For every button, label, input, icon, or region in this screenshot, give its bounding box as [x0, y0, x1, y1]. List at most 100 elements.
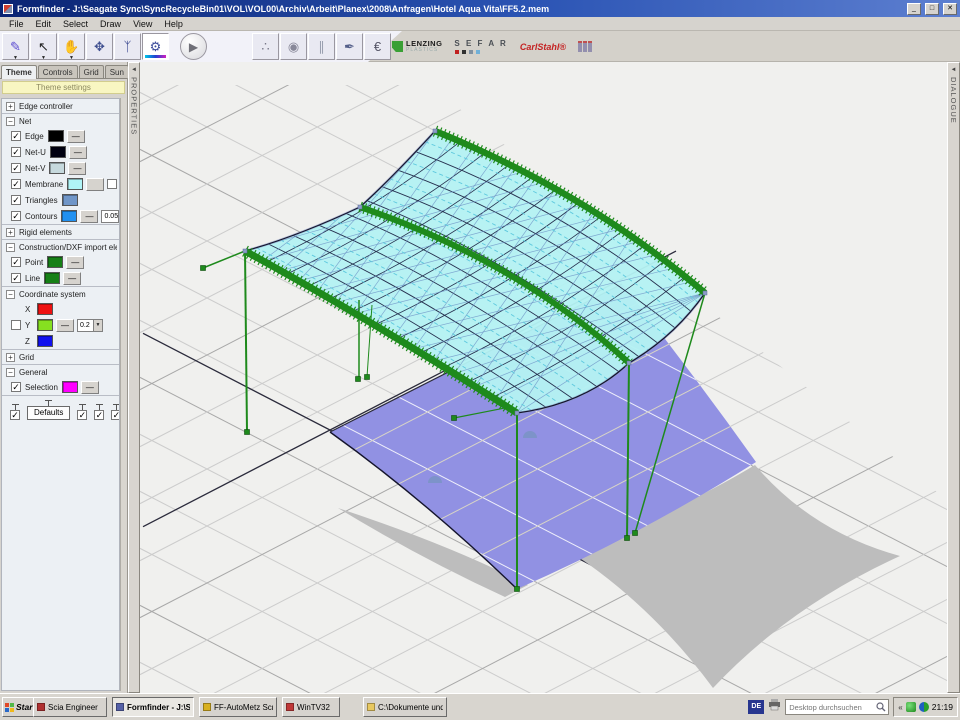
start-button[interactable]: Start — [2, 697, 36, 717]
membrane-on-checkbox[interactable] — [107, 179, 117, 189]
dialogue-splitter[interactable]: ◄ DIALOGUE — [947, 62, 960, 693]
net-v-style-button[interactable]: — — [68, 162, 86, 175]
net-u-style-button[interactable]: — — [69, 146, 87, 159]
line-checkbox[interactable]: ✓ — [11, 273, 21, 283]
point-color-swatch[interactable] — [47, 256, 63, 268]
triangles-color-swatch[interactable] — [62, 194, 78, 206]
section-header: −Net — [2, 114, 119, 128]
menu-item-select[interactable]: Select — [57, 18, 94, 30]
z-color-swatch[interactable] — [37, 335, 53, 347]
task-button-2[interactable]: Formfinder - J:\Seaga... — [112, 697, 194, 717]
edge-style-button[interactable]: — — [67, 130, 85, 143]
contours-value-dropdown[interactable]: 0.05▼ — [101, 210, 120, 223]
cost-euro-tool[interactable]: € — [364, 33, 391, 60]
tab-grid[interactable]: Grid — [79, 65, 104, 78]
defaults-checkbox-2[interactable]: ✓ — [77, 410, 87, 420]
menu-item-file[interactable]: File — [3, 18, 30, 30]
restore-button[interactable]: □ — [925, 3, 939, 15]
defaults-checkbox-4[interactable]: ✓ — [111, 410, 120, 420]
vitruvian-figure-tool[interactable]: ᛉ — [114, 33, 141, 60]
x-color-swatch[interactable] — [37, 303, 53, 315]
menu-item-draw[interactable]: Draw — [94, 18, 127, 30]
point-style-button[interactable]: — — [66, 256, 84, 269]
panel-scrollbar[interactable] — [120, 98, 126, 691]
run-formfinding-button[interactable]: ▶ — [180, 33, 207, 60]
defaults-checkbox-3[interactable]: ✓ — [94, 410, 104, 420]
tab-theme[interactable]: Theme — [1, 65, 37, 79]
dropdown-arrow-icon[interactable]: ▼ — [41, 55, 46, 61]
taskbar-search-input[interactable] — [786, 703, 874, 712]
tray-icon-globe[interactable] — [919, 702, 929, 712]
contours-color-swatch[interactable] — [61, 210, 77, 222]
printer-icon[interactable] — [768, 698, 781, 716]
grab-hand-tool[interactable]: ✋▼ — [58, 33, 85, 60]
tab-controls[interactable]: Controls — [38, 65, 78, 78]
transform-points-tool[interactable]: ✥ — [86, 33, 113, 60]
section-toggle-icon[interactable]: − — [6, 368, 15, 377]
snapshot-camera-tool[interactable]: ◉ — [280, 33, 307, 60]
section-toggle-icon[interactable]: − — [6, 290, 15, 299]
menu-item-edit[interactable]: Edit — [30, 18, 58, 30]
tray-icon-green[interactable] — [906, 702, 916, 712]
task-button-5[interactable]: C:\Dokumente und Einst... — [363, 697, 447, 717]
draw-pencil-tool[interactable]: ✎▼ — [2, 33, 29, 60]
sefar-logo: S E F A R — [454, 40, 507, 54]
membrane-checkbox[interactable]: ✓ — [11, 179, 21, 189]
close-button[interactable]: ✕ — [943, 3, 957, 15]
pen-annotate-tool[interactable]: ✒ — [336, 33, 363, 60]
app-icon — [3, 4, 13, 14]
title-bar[interactable]: Formfinder - J:\Seagate Sync\SyncRecycle… — [0, 0, 960, 17]
dropdown-arrow-icon[interactable]: ▼ — [13, 55, 18, 61]
taskbar: Start Scia EngineerFormfinder - J:\Seaga… — [0, 693, 960, 720]
section-toggle-icon[interactable]: + — [6, 228, 15, 237]
select-cursor-tool[interactable]: ↖▼ — [30, 33, 57, 60]
triangles-checkbox[interactable]: ✓ — [11, 195, 21, 205]
net-v-checkbox[interactable]: ✓ — [11, 163, 21, 173]
task-button-4[interactable]: WinTV32 — [282, 697, 340, 717]
y-value-dropdown[interactable]: 0.2▼ — [77, 319, 103, 332]
task-button-3[interactable]: FF-AutoMetz Screenshot... — [199, 697, 277, 717]
chevron-down-icon[interactable]: ▼ — [93, 320, 102, 331]
selection-checkbox[interactable]: ✓ — [11, 382, 21, 392]
defaults-button[interactable]: Defaults — [27, 406, 70, 420]
y-color-swatch[interactable] — [37, 319, 53, 331]
search-icon[interactable] — [874, 700, 888, 714]
membrane-color-swatch[interactable] — [67, 178, 83, 190]
minimize-button[interactable]: _ — [907, 3, 921, 15]
task-button-1[interactable]: Scia Engineer — [33, 697, 107, 717]
net-u-color-swatch[interactable] — [50, 146, 66, 158]
contours-style-button[interactable]: — — [80, 210, 98, 223]
point-checkbox[interactable]: ✓ — [11, 257, 21, 267]
line-color-swatch[interactable] — [44, 272, 60, 284]
edge-checkbox[interactable]: ✓ — [11, 131, 21, 141]
tab-sun[interactable]: Sun — [105, 65, 129, 78]
properties-splitter[interactable]: ◄ PROPERTIES — [128, 62, 140, 693]
section-toggle-icon[interactable]: − — [6, 243, 15, 252]
y-checkbox[interactable] — [11, 320, 21, 330]
line-style-button[interactable]: — — [63, 272, 81, 285]
menu-item-help[interactable]: Help — [158, 18, 189, 30]
tray-expand-icon[interactable]: « — [898, 703, 902, 712]
language-indicator[interactable]: DE — [748, 700, 764, 714]
selection-style-button[interactable]: — — [81, 381, 99, 394]
menu-item-view[interactable]: View — [127, 18, 158, 30]
edge-color-swatch[interactable] — [48, 130, 64, 142]
section-toggle-icon[interactable]: + — [6, 353, 15, 362]
theme-settings-tool[interactable]: ⚙ — [142, 33, 169, 60]
y-style-button[interactable]: — — [56, 319, 74, 332]
section-toggle-icon[interactable]: + — [6, 102, 15, 111]
collapse-left-icon[interactable]: ◄ — [131, 67, 137, 73]
membrane-style-button[interactable] — [86, 178, 104, 191]
selection-color-swatch[interactable] — [62, 381, 78, 393]
net-u-checkbox[interactable]: ✓ — [11, 147, 21, 157]
defaults-checkbox-1[interactable]: ✓ — [10, 410, 20, 420]
contours-checkbox[interactable]: ✓ — [11, 211, 21, 221]
row-controls: — — [62, 381, 120, 394]
points-cloud-tool[interactable]: ∴ — [252, 33, 279, 60]
columns-tool[interactable]: ∥ — [308, 33, 335, 60]
net-v-color-swatch[interactable] — [49, 162, 65, 174]
dropdown-arrow-icon[interactable]: ▼ — [69, 55, 74, 61]
3d-viewport[interactable] — [140, 62, 947, 693]
collapse-right-icon[interactable]: ◄ — [951, 67, 957, 73]
section-toggle-icon[interactable]: − — [6, 117, 15, 126]
